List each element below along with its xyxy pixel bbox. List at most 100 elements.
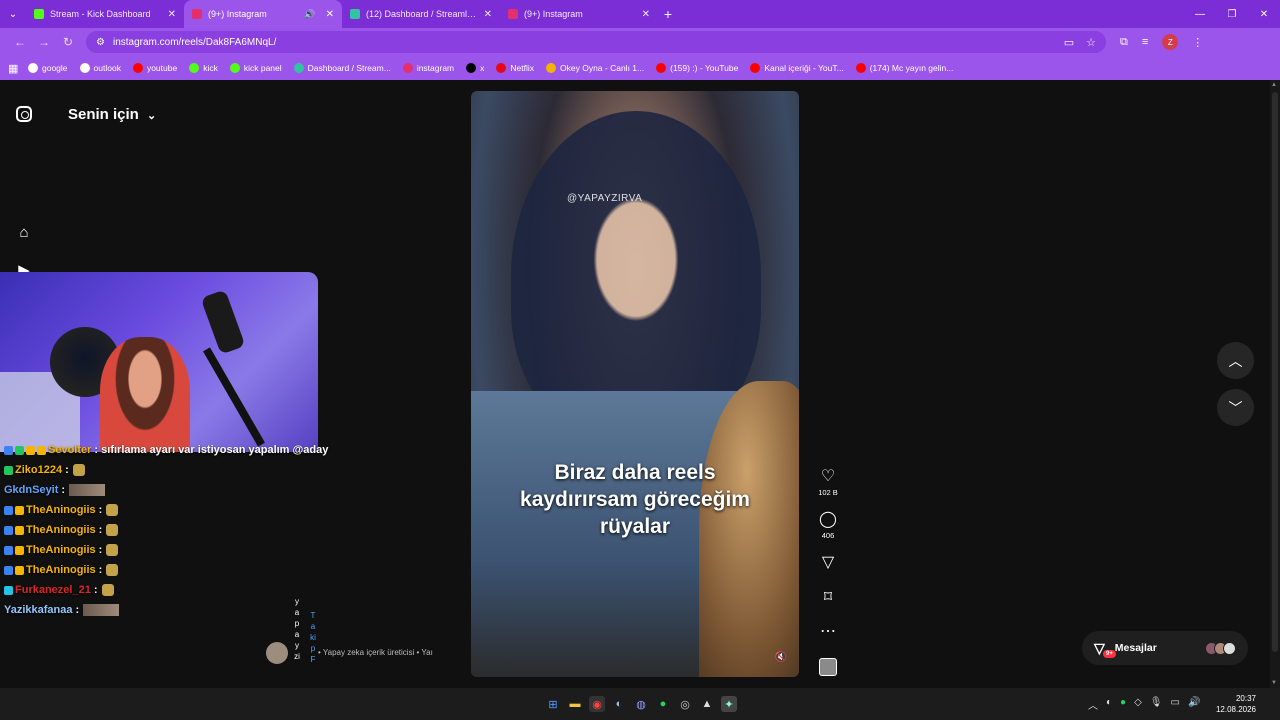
reel-video[interactable]: @YAPAYZIRVA Biraz daha reels kaydırırsam… bbox=[471, 91, 799, 677]
previous-reel-button[interactable]: ︿ bbox=[1217, 342, 1254, 379]
audio-thumbnail[interactable] bbox=[819, 658, 837, 676]
like-icon[interactable]: ♡ bbox=[816, 466, 840, 486]
bookmark-item[interactable]: Kanal içeriği - YouT... bbox=[750, 63, 844, 73]
chat-badge-icon bbox=[15, 445, 24, 455]
tab-favicon-icon bbox=[350, 9, 360, 19]
browser-tab[interactable]: (9+) Instagram 🔊 ✕ bbox=[184, 0, 342, 28]
bookmark-item[interactable]: outlook bbox=[79, 63, 121, 73]
address-bar[interactable]: ⚙ instagram.com/reels/Dak8FA6MNqL/ ▭ ☆ bbox=[86, 31, 1106, 53]
bookmark-label: Kanal içeriği - YouT... bbox=[764, 63, 844, 73]
tray-shield-icon[interactable]: ◇ bbox=[1134, 697, 1142, 712]
page-scrollbar[interactable]: ▲ ▼ bbox=[1270, 80, 1280, 688]
new-tab-button[interactable]: + bbox=[658, 6, 678, 22]
browser-tab[interactable]: (12) Dashboard / Streamlabs ✕ bbox=[342, 0, 500, 28]
chat-badge-icon bbox=[15, 525, 24, 535]
webcam-mic-arm bbox=[203, 347, 265, 447]
tray-steam-icon[interactable]: ◐ bbox=[1106, 697, 1112, 712]
tray-volume-icon[interactable]: 🔊 bbox=[1188, 697, 1200, 712]
obs-icon[interactable]: ◎ bbox=[677, 696, 693, 712]
chat-emote-icon bbox=[101, 584, 114, 596]
terminal-icon[interactable]: ▲ bbox=[699, 696, 715, 712]
bookmark-item[interactable]: Netflix bbox=[496, 63, 534, 73]
steam-icon[interactable]: ◐ bbox=[611, 696, 627, 712]
comment-icon[interactable]: ◯ bbox=[816, 509, 840, 529]
scroll-down-icon[interactable]: ▼ bbox=[1271, 680, 1277, 686]
bookmark-label: x bbox=[480, 63, 485, 73]
browser-menu-icon[interactable]: ⋮ bbox=[1192, 36, 1203, 49]
creator-avatar[interactable] bbox=[266, 642, 288, 664]
instagram-logo-icon[interactable] bbox=[16, 106, 32, 122]
browser-tab[interactable]: Stream - Kick Dashboard ✕ bbox=[26, 0, 184, 28]
tab-close-icon[interactable]: ✕ bbox=[168, 9, 176, 20]
close-window-button[interactable]: ✕ bbox=[1248, 9, 1280, 20]
tab-audio-icon[interactable]: 🔊 bbox=[304, 9, 315, 20]
bookmark-label: (159) :) - YouTube bbox=[670, 63, 739, 73]
extensions-icon[interactable]: ⧉ bbox=[1120, 36, 1128, 49]
scrollbar-thumb[interactable] bbox=[1272, 92, 1278, 652]
chat-emote-icon bbox=[106, 524, 119, 536]
tab-search-icon[interactable]: ⌄ bbox=[0, 9, 26, 20]
bookmark-item[interactable]: (159) :) - YouTube bbox=[656, 63, 738, 73]
minimize-button[interactable]: — bbox=[1184, 9, 1216, 20]
active-app-icon[interactable]: ✦ bbox=[721, 696, 737, 712]
tray-app-icon[interactable]: ● bbox=[1120, 697, 1126, 712]
chat-badge-icon bbox=[26, 445, 35, 455]
tray-chevron-icon[interactable]: ︿ bbox=[1088, 697, 1098, 712]
maximize-button[interactable]: ❐ bbox=[1216, 9, 1248, 20]
chat-message: TheAninogiis: bbox=[0, 520, 320, 540]
chrome-icon[interactable]: ◉ bbox=[589, 696, 605, 712]
comment-count: 406 bbox=[821, 531, 835, 540]
back-icon[interactable]: ← bbox=[8, 35, 32, 49]
bookmark-item[interactable]: google bbox=[28, 63, 68, 73]
bookmark-item[interactable]: kick panel bbox=[229, 63, 282, 73]
reload-icon[interactable]: ↻ bbox=[56, 35, 80, 49]
messages-label: Mesajlar bbox=[1114, 642, 1157, 654]
cast-icon[interactable]: ▭ bbox=[1064, 36, 1074, 49]
more-options-icon[interactable]: ⋯ bbox=[816, 621, 840, 641]
bookmark-item[interactable]: x bbox=[466, 63, 484, 73]
chat-username: TheAninogiis bbox=[26, 504, 96, 516]
apps-grid-icon[interactable]: ▦ bbox=[8, 62, 28, 75]
tray-mic-icon[interactable]: 🎙 bbox=[1150, 697, 1163, 712]
bookmark-star-icon[interactable]: ☆ bbox=[1086, 36, 1096, 49]
site-info-icon[interactable]: ⚙ bbox=[96, 37, 105, 48]
start-icon[interactable]: ⊞ bbox=[545, 696, 561, 712]
chat-badge-icon bbox=[15, 565, 24, 575]
chat-emote-icon bbox=[72, 464, 85, 476]
caption-line-2: kaydırırsam göreceğim bbox=[520, 488, 750, 511]
windows-taskbar: ⊞ ▬ ◉ ◐ ◍ ● ◎ ▲ ✦ ︿ ◐ ● ◇ 🎙 ▭ 🔊 20:37 12… bbox=[0, 688, 1280, 720]
mute-toggle-icon[interactable]: 🔇 bbox=[775, 652, 787, 663]
tray-network-icon[interactable]: ▭ bbox=[1171, 697, 1180, 712]
forward-icon[interactable]: → bbox=[32, 35, 56, 49]
save-bookmark-icon[interactable]: ⌑ bbox=[816, 587, 840, 607]
bookmark-item[interactable]: instagram bbox=[402, 63, 454, 73]
discord-icon[interactable]: ◍ bbox=[633, 696, 649, 712]
feed-selector[interactable]: Senin için ⌄ bbox=[68, 106, 156, 123]
chat-username: TheAninogiis bbox=[26, 544, 96, 556]
reading-list-icon[interactable]: ≡ bbox=[1142, 36, 1148, 48]
bookmark-item[interactable]: kick bbox=[189, 63, 218, 73]
file-explorer-icon[interactable]: ▬ bbox=[567, 696, 583, 712]
next-reel-button[interactable]: ﹀ bbox=[1217, 389, 1254, 426]
bookmark-item[interactable]: Dashboard / Stream... bbox=[293, 63, 391, 73]
tab-close-icon[interactable]: ✕ bbox=[326, 9, 334, 20]
chat-username: TheAninogiis bbox=[26, 564, 96, 576]
tab-close-icon[interactable]: ✕ bbox=[484, 9, 492, 20]
share-icon[interactable]: ▽ bbox=[816, 552, 840, 572]
bookmark-item[interactable]: (174) Mc yayın gelin... bbox=[855, 63, 953, 73]
bookmark-item[interactable]: Okey Oyna - Canlı 1... bbox=[546, 63, 644, 73]
tab-close-icon[interactable]: ✕ bbox=[642, 9, 650, 20]
spotify-icon[interactable]: ● bbox=[655, 696, 671, 712]
chat-badge-icon bbox=[4, 545, 13, 555]
taskbar-clock[interactable]: 20:37 12.08.2026 bbox=[1208, 693, 1256, 715]
browser-tab[interactable]: (9+) Instagram ✕ bbox=[500, 0, 658, 28]
chat-message: TheAninogiis: bbox=[0, 540, 320, 560]
messages-button[interactable]: ▽ 9+ Mesajlar bbox=[1082, 631, 1248, 665]
bookmark-label: outlook bbox=[93, 63, 121, 73]
webcam-microphone bbox=[200, 289, 246, 355]
home-icon[interactable]: ⌂ bbox=[15, 224, 33, 242]
profile-avatar[interactable]: Z bbox=[1162, 34, 1179, 50]
scroll-up-icon[interactable]: ▲ bbox=[1271, 82, 1277, 88]
bookmark-item[interactable]: youtube bbox=[132, 63, 177, 73]
bookmark-favicon-icon bbox=[293, 63, 304, 73]
